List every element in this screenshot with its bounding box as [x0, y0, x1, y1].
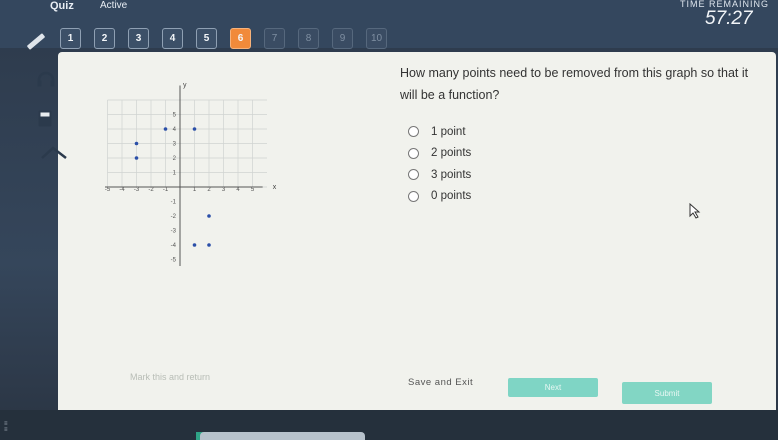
taskbar-window[interactable]	[200, 432, 365, 440]
x-tick-label: 5	[251, 187, 255, 193]
graph-point	[207, 214, 211, 218]
radio-button[interactable]	[408, 147, 419, 159]
calculator-icon[interactable]	[38, 110, 52, 127]
question-3-button[interactable]: 3	[128, 28, 149, 49]
x-tick-label: 3	[222, 187, 226, 193]
x-tick-label: -4	[119, 187, 125, 193]
y-tick-label: -4	[171, 243, 177, 249]
graph-point	[134, 156, 139, 160]
answer-option-label: 2 points	[431, 147, 472, 160]
quiz-status: Active	[100, 0, 128, 11]
question-6-button[interactable]: 6	[230, 28, 251, 49]
question-10-button[interactable]: 10	[366, 28, 387, 49]
x-axis-label: x	[273, 184, 277, 191]
y-tick-label: -3	[171, 229, 177, 235]
mark-return-link[interactable]: Mark this and return	[130, 372, 210, 382]
pencil-icon[interactable]	[26, 33, 46, 50]
grid	[107, 99, 267, 188]
quiz-title: Quiz	[50, 0, 74, 12]
question-7-button[interactable]: 7	[264, 28, 285, 49]
mouse-cursor-icon	[689, 203, 701, 219]
y-axis-label: y	[183, 82, 187, 89]
y-tick-label: 2	[173, 156, 177, 162]
graph-point	[192, 243, 197, 247]
taskbar-app-icon[interactable]: ≡ ≡	[4, 421, 8, 433]
x-tick-label: -5	[105, 187, 111, 193]
answer-option[interactable]: 3 points	[408, 164, 471, 186]
axes	[105, 85, 263, 266]
graph-point	[134, 141, 139, 146]
line-tool-icon[interactable]	[40, 145, 68, 159]
y-tick-label: -5	[171, 258, 177, 264]
timer: 57:27	[705, 8, 753, 29]
question-5-button[interactable]: 5	[196, 28, 217, 49]
y-tick-label: 3	[173, 142, 177, 148]
question-text: How many points need to be removed from …	[400, 66, 749, 102]
answer-option-label: 3 points	[431, 168, 472, 181]
question-4-button[interactable]: 4	[162, 28, 183, 49]
y-tick-label: 4	[173, 127, 177, 133]
y-tick-label: -1	[171, 200, 177, 206]
radio-button[interactable]	[408, 126, 419, 138]
y-tick-label: -2	[171, 214, 177, 220]
top-bar: Quiz Active TIME REMAINING 57:27 1 2 3 4…	[0, 0, 778, 49]
answer-option[interactable]: 1 point	[408, 121, 471, 143]
x-tick-label: -2	[148, 187, 154, 193]
question-nav: 1 2 3 4 5 6 7 8 9 10	[60, 28, 387, 49]
x-tick-label: -3	[134, 187, 140, 193]
graph-point	[192, 127, 197, 131]
coordinate-graph: -5 -4 -3 -2 -1 1 2 3 4 5 5 4 3 2 1 -1 -2 -3 -4 -5 x y	[105, 82, 277, 266]
taskbar: ≡ ≡	[0, 410, 778, 440]
answer-option[interactable]: 0 points	[408, 186, 471, 208]
radio-button[interactable]	[408, 190, 419, 202]
y-tick-label: 1	[173, 171, 177, 177]
question-9-button[interactable]: 9	[332, 28, 353, 49]
x-tick-label: 2	[207, 187, 211, 193]
graph-point	[207, 243, 211, 247]
save-exit-button[interactable]: Save and Exit	[408, 377, 473, 388]
next-button[interactable]: Next	[508, 378, 598, 397]
question-1-button[interactable]: 1	[60, 28, 81, 49]
x-tick-label: -1	[163, 187, 169, 193]
submit-button[interactable]: Submit	[622, 382, 712, 404]
headphones-icon[interactable]	[36, 71, 56, 87]
radio-button[interactable]	[408, 169, 419, 181]
answer-option[interactable]: 2 points	[408, 143, 471, 165]
question-8-button[interactable]: 8	[298, 28, 319, 49]
answer-option-label: 0 points	[431, 190, 472, 203]
answer-option-label: 1 point	[431, 125, 466, 138]
y-tick-label: 5	[173, 113, 177, 119]
answer-options: 1 point 2 points 3 points 0 points	[408, 121, 471, 207]
question-2-button[interactable]: 2	[94, 28, 115, 49]
x-tick-label: 1	[193, 187, 197, 193]
x-tick-label: 4	[236, 187, 240, 193]
graph-point	[163, 127, 168, 131]
